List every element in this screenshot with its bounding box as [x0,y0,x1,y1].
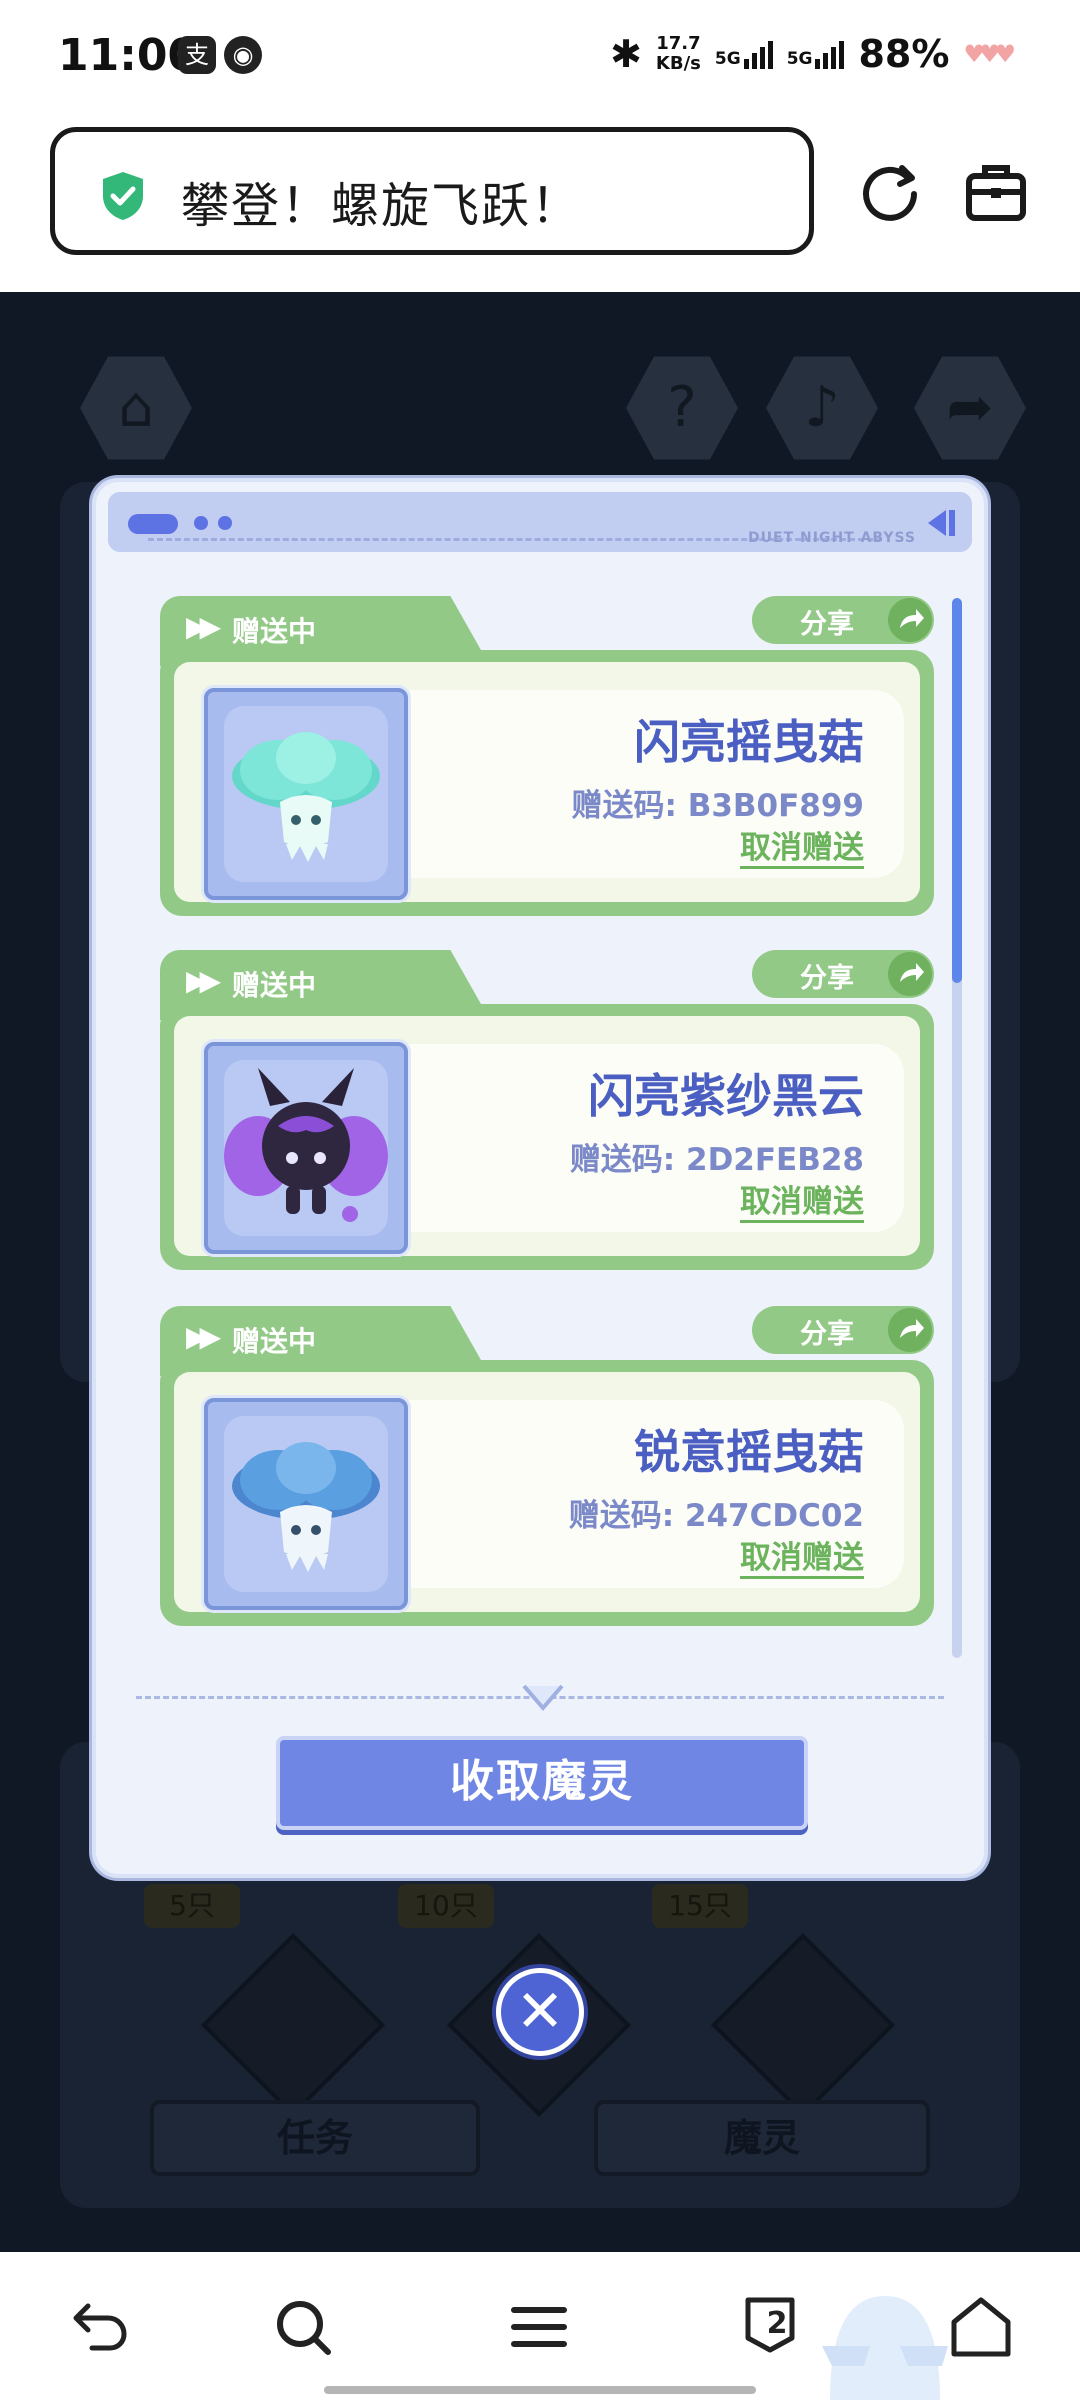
home-indicator[interactable] [324,2386,756,2394]
signal-sim1-icon: 5G [715,39,773,69]
music-icon[interactable]: ♪ [766,356,878,460]
mushroom-spirit-icon [232,1442,380,1572]
notification-app-icon: 支 [178,36,216,74]
address-bar[interactable]: 攀登！螺旋飞跃！ [50,127,814,255]
menu-icon[interactable] [504,2292,574,2362]
spirit-name: 闪亮紫纱黑云 [588,1069,864,1123]
tab-task[interactable]: 任务 [150,2100,480,2176]
reload-icon[interactable] [858,160,922,224]
scrollbar[interactable] [952,598,962,1658]
battery-hearts-icon: ♥♥♥ [963,40,1015,68]
gifting-dialog: DUET NIGHT ABYSS ▶▶ 赠送中 分享 闪亮摇曳菇 赠送码: B3… [92,478,988,1878]
share-game-icon[interactable]: ➦ [914,356,1026,460]
help-icon[interactable]: ? [626,356,738,460]
mascot-glasses-icon [822,2296,948,2400]
network-speed: 17.7 KB/s [655,33,701,74]
wechat-icon: ◉ [224,36,262,74]
home-icon[interactable]: ⌂ [80,356,192,460]
gift-card: ▶▶ 赠送中 分享 [160,596,934,916]
shield-check-icon [103,172,143,220]
spirit-portrait [204,1042,408,1254]
spirit-name: 锐意摇曳菇 [634,1425,864,1479]
back-icon[interactable] [66,2292,136,2362]
spirit-portrait [204,1398,408,1610]
milestone-tag: 5只 [144,1884,240,1928]
status-label: 赠送中 [232,1325,317,1358]
share-button[interactable]: 分享 [752,596,934,644]
cancel-gift-link[interactable]: 取消赠送 [740,830,864,869]
tab-spirit[interactable]: 魔灵 [594,2100,930,2176]
share-arrow-icon [888,598,932,642]
tabs-button[interactable]: 2 [742,2292,812,2362]
milestone-tag: 15只 [652,1884,748,1928]
double-arrow-icon: ▶▶ [186,1320,221,1353]
share-button[interactable]: 分享 [752,1306,934,1354]
page-title: 攀登！螺旋飞跃！ [181,178,582,234]
chevron-down-icon [522,1684,564,1712]
share-arrow-icon [888,1308,932,1352]
spirit-portrait [204,688,408,900]
share-arrow-icon [888,952,932,996]
status-label: 赠送中 [232,615,317,648]
toolbox-icon[interactable] [965,162,1027,222]
cancel-gift-link[interactable]: 取消赠送 [740,1184,864,1223]
gift-card: ▶▶ 赠送中 分享 [160,1306,934,1626]
signal-sim2-icon: 5G [787,39,845,69]
dark-cloud-spirit-icon [224,1068,388,1222]
status-bar: 11:00 支 ◉ ✱ 17.7 KB/s 5G 5G 88% ♥♥♥ [0,0,1080,118]
header-brand: DUET NIGHT ABYSS [748,530,916,546]
header-arrow-icon [928,510,955,536]
dialog-header: DUET NIGHT ABYSS [108,492,972,552]
double-arrow-icon: ▶▶ [186,964,221,997]
mushroom-spirit-icon [232,732,380,862]
tab-count: 2 [766,2305,788,2341]
milestone-tag: 10只 [398,1884,494,1928]
scrollbar-thumb[interactable] [952,598,962,983]
gift-code: 赠送码: B3B0F899 [571,788,864,824]
close-dialog-button[interactable]: ✕ [496,1968,584,2056]
gift-code: 赠送码: 247CDC02 [568,1498,864,1534]
collect-spirit-button[interactable]: 收取魔灵 [276,1736,808,1830]
spirit-name: 闪亮摇曳菇 [634,715,864,769]
bluetooth-icon: ✱ [610,32,642,76]
battery-level: 88% [858,32,950,76]
status-label: 赠送中 [232,969,317,1002]
gift-code: 赠送码: 2D2FEB28 [569,1142,864,1178]
gift-card: ▶▶ 赠送中 分享 [160,950,934,1270]
browser-nav-bar: 2 [0,2252,1080,2400]
share-button[interactable]: 分享 [752,950,934,998]
double-arrow-icon: ▶▶ [186,610,221,643]
search-icon[interactable] [268,2292,338,2362]
cancel-gift-link[interactable]: 取消赠送 [740,1540,864,1579]
game-view: ⌂ ? ♪ ➦ 5只 10只 15只 任务 魔灵 DUET NIGHT ABYS… [0,292,1080,2252]
